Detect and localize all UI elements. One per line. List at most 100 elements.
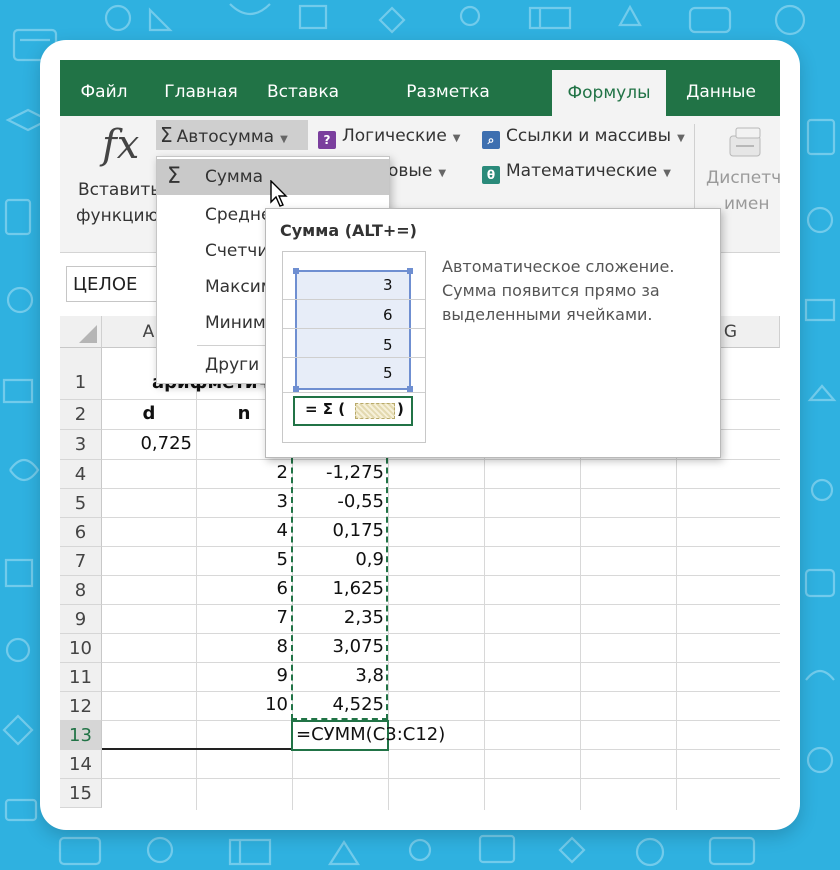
row-header-12[interactable]: 12 — [60, 692, 102, 721]
row-header-1[interactable]: 1 — [60, 348, 102, 400]
text-button[interactable]: овые ▼ — [388, 161, 446, 181]
name-manager-label-1: Диспетче — [706, 168, 780, 188]
grid-line — [102, 691, 780, 692]
grid-line — [102, 517, 780, 518]
tooltip-illustration: 3 6 5 5 = Σ ( ) — [282, 251, 426, 443]
tab-file[interactable]: Файл — [64, 60, 144, 116]
lookup-icon: ⌕ — [482, 131, 500, 149]
row-header-11[interactable]: 11 — [60, 663, 102, 692]
ribbon-tab-bar: Файл Главная Вставка Разметка страницы Ф… — [60, 60, 780, 166]
menu-item-more-label: Други — [205, 355, 260, 375]
row-header-9[interactable]: 9 — [60, 605, 102, 634]
cell-n[interactable]: 6 — [196, 578, 288, 599]
select-all-corner[interactable] — [60, 316, 102, 348]
grid-line — [102, 662, 780, 663]
logical-label: Логические — [342, 126, 447, 146]
cell-n[interactable]: 4 — [196, 520, 288, 541]
illustration-gridline — [283, 299, 425, 300]
row-header-7[interactable]: 7 — [60, 547, 102, 576]
grid-line — [102, 633, 780, 634]
insert-function-button[interactable]: fx Вставить функцию — [66, 116, 160, 236]
illustration-value: 6 — [383, 306, 393, 324]
illustration-value: 3 — [383, 276, 393, 294]
content-card: Файл Главная Вставка Разметка страницы Ф… — [40, 40, 800, 830]
illustration-selection — [295, 270, 411, 390]
lookup-label: Ссылки и массивы — [506, 126, 672, 146]
row-header-8[interactable]: 8 — [60, 576, 102, 605]
illustration-formula-close: ) — [397, 400, 404, 418]
cell-n[interactable]: 3 — [196, 491, 288, 512]
tab-page-layout[interactable]: Разметка страницы — [360, 60, 536, 166]
logical-button[interactable]: ? Логические ▼ — [318, 126, 461, 149]
row-header-10[interactable]: 10 — [60, 634, 102, 663]
row-header-15[interactable]: 15 — [60, 779, 102, 808]
tooltip-title: Сумма (ALT+=) — [280, 221, 417, 240]
row-header-5[interactable]: 5 — [60, 489, 102, 518]
name-manager-label-2: имен — [724, 194, 770, 214]
math-label: Математические — [506, 161, 658, 181]
cell-n[interactable]: 7 — [196, 607, 288, 628]
row-header-3[interactable]: 3 — [60, 430, 102, 460]
range-selection-marquee — [291, 428, 388, 720]
tab-home[interactable]: Главная — [154, 60, 248, 116]
cell-header-d[interactable]: d — [102, 403, 196, 424]
chevron-down-icon: ▼ — [663, 168, 671, 179]
sum-tooltip: Сумма (ALT+=) 3 6 5 5 = Σ ( ) Автоматиче… — [265, 208, 721, 458]
fx-icon: fx — [102, 122, 140, 168]
grid-line — [102, 604, 780, 605]
excel-window: Файл Главная Вставка Разметка страницы Ф… — [60, 60, 780, 810]
menu-item-count-label: Счетчи — [205, 241, 269, 261]
selection-handle — [293, 268, 299, 274]
menu-item-average-label: Средне — [205, 205, 272, 225]
tab-insert[interactable]: Вставка — [258, 60, 348, 116]
grid-line — [102, 778, 780, 779]
text-label: овые — [388, 161, 433, 181]
menu-item-max-label: Максим — [205, 277, 274, 297]
row-header-2[interactable]: 2 — [60, 400, 102, 430]
chevron-down-icon: ▼ — [452, 133, 461, 144]
autosum-label: Автосумма — [176, 127, 275, 147]
grid-line — [102, 459, 780, 460]
illustration-value: 5 — [383, 364, 393, 382]
cell-n[interactable]: 10 — [196, 694, 288, 715]
math-button[interactable]: θ Математические ▼ — [482, 161, 671, 184]
grid-line — [102, 546, 780, 547]
selection-handle — [293, 386, 299, 392]
name-manager-icon — [729, 127, 761, 157]
cell-n[interactable]: 8 — [196, 636, 288, 657]
mouse-cursor-icon — [270, 180, 288, 207]
grid-line — [102, 720, 780, 721]
theta-icon: θ — [482, 166, 500, 184]
cell-border — [102, 748, 292, 750]
chevron-down-icon: ▼ — [438, 168, 447, 179]
cell-d-value[interactable]: 0,725 — [102, 433, 192, 454]
illustration-gridline — [283, 357, 425, 358]
autosum-button[interactable]: Σ Автосумма ▼ — [156, 120, 308, 150]
row-header-13[interactable]: 13 — [60, 721, 102, 750]
cell-n[interactable]: 2 — [196, 462, 288, 483]
sigma-icon: Σ — [160, 123, 173, 147]
row-header-14[interactable]: 14 — [60, 750, 102, 779]
illustration-gridline — [283, 392, 425, 393]
logical-icon: ? — [318, 131, 336, 149]
insert-function-label-1: Вставить — [78, 180, 161, 200]
row-header-4[interactable]: 4 — [60, 460, 102, 489]
row-header-6[interactable]: 6 — [60, 518, 102, 547]
insert-function-label-2: функцию — [76, 206, 159, 226]
illustration-gridline — [283, 328, 425, 329]
tab-formulas[interactable]: Формулы — [552, 70, 666, 116]
cell-n[interactable]: 9 — [196, 665, 288, 686]
selection-handle — [407, 386, 413, 392]
sigma-icon: Σ — [167, 164, 181, 189]
illustration-range-placeholder — [355, 403, 395, 419]
tab-data[interactable]: Данные — [674, 60, 768, 116]
lookup-button[interactable]: ⌕ Ссылки и массивы ▼ — [482, 126, 685, 149]
chevron-down-icon: ▼ — [280, 134, 288, 145]
chevron-down-icon: ▼ — [677, 133, 685, 144]
cell-n[interactable]: 5 — [196, 549, 288, 570]
menu-item-sum-label: Сумма — [205, 167, 263, 187]
grid-line — [102, 488, 780, 489]
formula-text: =СУММ(C3:C12) — [296, 724, 446, 745]
tooltip-description: Автоматическое сложение. Сумма появится … — [442, 257, 675, 324]
selection-handle — [407, 268, 413, 274]
